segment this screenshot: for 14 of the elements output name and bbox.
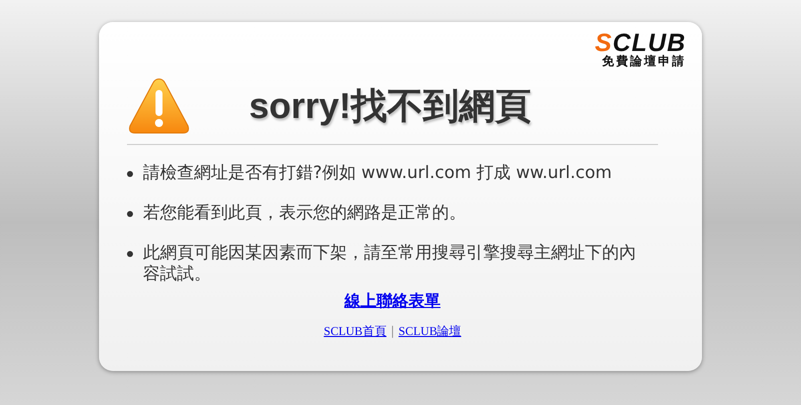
bullet-icon xyxy=(127,171,133,177)
tip-text: 此網頁可能因某因素而下架，請至常用搜尋引擎搜尋主網址下的內容試試。 xyxy=(143,243,637,285)
page-title: sorry!找不到網頁 xyxy=(249,84,532,128)
separator: | xyxy=(390,323,395,340)
bullet-icon xyxy=(127,211,133,217)
bullet-icon xyxy=(127,251,133,257)
logo-text: SCLUB xyxy=(594,32,686,54)
contact-form-link[interactable]: 線上聯絡表單 xyxy=(344,290,440,314)
tip-text: 請檢查網址是否有打錯?例如 www.url.com 打成 ww.url.com xyxy=(143,163,613,184)
footer-link[interactable]: SCLUB論壇 xyxy=(398,322,462,340)
warning-icon xyxy=(127,76,191,136)
tip-text: 若您能看到此頁，表示您的網路是正常的。 xyxy=(143,203,467,224)
logo-tagline: 免費論壇申請 xyxy=(602,54,686,68)
footer-link[interactable]: SCLUB首頁 xyxy=(324,322,386,340)
